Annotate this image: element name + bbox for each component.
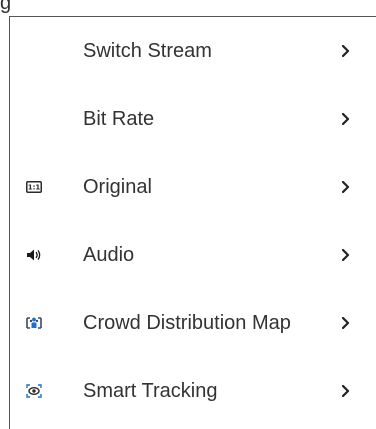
menu-item-label: Smart Tracking [83,380,218,402]
icon-slot-empty [10,85,83,153]
menu-item-audio[interactable]: Audio [10,221,376,289]
menu-item-label: Original [83,176,152,198]
smart-tracking-icon [26,384,42,398]
icon-slot [10,221,83,289]
partial-top-text: g [0,0,12,14]
menu-item-label: Crowd Distribution Map [83,312,291,334]
menu-item-bit-rate[interactable]: Bit Rate [10,85,376,153]
chevron-right-icon [342,289,376,357]
chevron-right-icon [342,357,376,425]
original-size-icon-text: 1:1 [28,184,41,192]
chevron-right-icon [342,221,376,289]
menu-item-crowd-distribution-map[interactable]: Crowd Distribution Map [10,289,376,357]
menu-item-label: Bit Rate [83,108,155,130]
menu-item-label: Switch Stream [83,40,212,62]
crowd-map-icon [26,317,42,329]
speaker-icon [27,249,41,261]
chevron-right-icon [342,153,376,221]
icon-slot [10,289,83,357]
menu-item-switch-stream[interactable]: Switch Stream [10,17,376,85]
original-size-icon: 1:1 [26,181,42,193]
page: g Switch Stream Bit Rate 1:1 Original Au… [0,0,376,429]
chevron-right-icon [342,85,376,153]
context-menu: Switch Stream Bit Rate 1:1 Original Audi… [9,16,376,429]
chevron-right-icon [342,17,376,85]
icon-slot-empty [10,17,83,85]
icon-slot [10,357,83,425]
menu-item-smart-tracking[interactable]: Smart Tracking [10,357,376,425]
menu-item-label: Audio [83,244,135,266]
icon-slot: 1:1 [10,153,83,221]
menu-item-original[interactable]: 1:1 Original [10,153,376,221]
